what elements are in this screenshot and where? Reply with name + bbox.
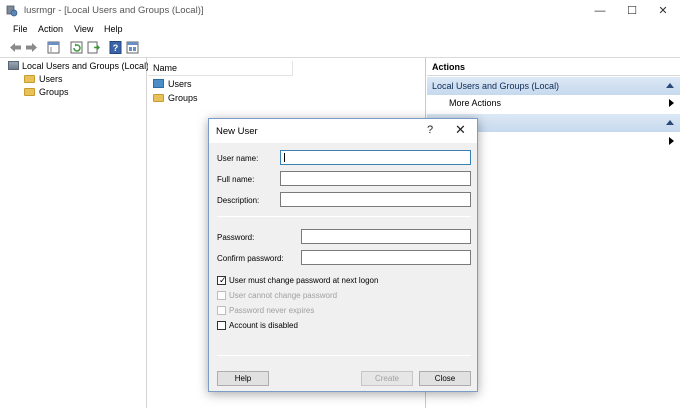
- refresh-icon[interactable]: [69, 40, 84, 55]
- fullname-input[interactable]: [280, 171, 471, 186]
- minimize-button[interactable]: —: [585, 0, 615, 22]
- cannot-change-password-label: User cannot change password: [229, 291, 338, 300]
- properties-icon[interactable]: [125, 40, 140, 55]
- actions-section-header[interactable]: Local Users and Groups (Local): [427, 77, 680, 95]
- must-change-password-checkbox[interactable]: ✓: [217, 275, 227, 285]
- users-folder-icon: [153, 79, 164, 89]
- action-label: More Actions: [449, 98, 502, 108]
- tree-root-local-users-and-groups[interactable]: Local Users and Groups (Local): [8, 60, 149, 73]
- checkmark-icon: ✓: [219, 275, 227, 285]
- actions-section-header-label: Local Users and Groups (Local): [432, 81, 560, 91]
- actions-title: Actions: [427, 58, 680, 76]
- new-user-dialog: New User ? ✕ User name: Full name: Descr…: [208, 118, 478, 392]
- help-icon[interactable]: ?: [108, 40, 123, 55]
- menu-file[interactable]: File: [13, 24, 28, 34]
- collapse-icon[interactable]: [666, 120, 674, 125]
- export-list-icon[interactable]: [86, 40, 101, 55]
- toolbar: ?: [0, 38, 680, 58]
- dialog-help-button[interactable]: ?: [427, 124, 433, 136]
- confirm-password-label: Confirm password:: [217, 254, 284, 263]
- fullname-label: Full name:: [217, 175, 255, 184]
- tree-item-label: Groups: [39, 87, 69, 97]
- password-label: Password:: [217, 233, 255, 242]
- account-disabled-checkbox[interactable]: [217, 321, 226, 330]
- password-never-expires-checkbox[interactable]: [217, 306, 226, 315]
- back-arrow-icon[interactable]: [8, 40, 23, 55]
- menu-view[interactable]: View: [74, 24, 93, 34]
- description-input[interactable]: [280, 192, 471, 207]
- local-users-groups-icon: [8, 61, 19, 71]
- create-button[interactable]: Create: [361, 371, 413, 386]
- submenu-arrow-icon: [669, 137, 674, 145]
- forward-arrow-icon[interactable]: [24, 40, 39, 55]
- submenu-arrow-icon: [669, 99, 674, 107]
- folder-icon: [153, 93, 164, 102]
- menu-bar: File Action View Help: [0, 22, 680, 38]
- collapse-icon[interactable]: [666, 83, 674, 88]
- tree-item-label: Users: [39, 74, 63, 84]
- dialog-title-bar: New User ? ✕: [209, 119, 477, 143]
- help-button[interactable]: Help: [217, 371, 269, 386]
- maximize-button[interactable]: ☐: [617, 0, 647, 22]
- svg-text:?: ?: [113, 43, 119, 53]
- tree-root-label: Local Users and Groups (Local): [22, 61, 150, 71]
- account-disabled-label: Account is disabled: [229, 321, 298, 330]
- tree-item-groups[interactable]: Groups: [24, 86, 69, 99]
- up-level-icon[interactable]: [46, 40, 61, 55]
- column-header-name[interactable]: Name: [148, 61, 293, 76]
- username-input[interactable]: [280, 150, 471, 165]
- close-button[interactable]: Close: [419, 371, 471, 386]
- list-item-users[interactable]: Users: [153, 78, 192, 91]
- computer-management-icon: [6, 5, 18, 17]
- folder-icon: [24, 87, 35, 96]
- action-more-actions[interactable]: More Actions: [427, 94, 680, 112]
- list-item-label: Users: [168, 79, 192, 89]
- list-item-label: Groups: [168, 93, 198, 103]
- must-change-password-label: User must change password at next logon: [229, 276, 379, 285]
- menu-action[interactable]: Action: [38, 24, 63, 34]
- description-label: Description:: [217, 196, 260, 205]
- password-input[interactable]: [301, 229, 471, 244]
- folder-icon: [24, 74, 35, 83]
- title-bar: lusrmgr - [Local Users and Groups (Local…: [0, 0, 680, 22]
- console-tree: Local Users and Groups (Local) Users Gro…: [0, 58, 149, 408]
- menu-help[interactable]: Help: [104, 24, 123, 34]
- dialog-title: New User: [216, 126, 258, 137]
- username-label: User name:: [217, 154, 259, 163]
- tree-item-users[interactable]: Users: [24, 73, 63, 86]
- list-item-groups[interactable]: Groups: [153, 92, 198, 105]
- text-caret: [284, 153, 285, 162]
- window-title: lusrmgr - [Local Users and Groups (Local…: [24, 5, 204, 16]
- cannot-change-password-checkbox[interactable]: [217, 291, 226, 300]
- dialog-close-button[interactable]: ✕: [455, 122, 466, 138]
- close-window-button[interactable]: ✕: [648, 0, 678, 22]
- password-never-expires-label: Password never expires: [229, 306, 315, 315]
- separator: [217, 355, 471, 356]
- separator: [217, 216, 471, 217]
- confirm-password-input[interactable]: [301, 250, 471, 265]
